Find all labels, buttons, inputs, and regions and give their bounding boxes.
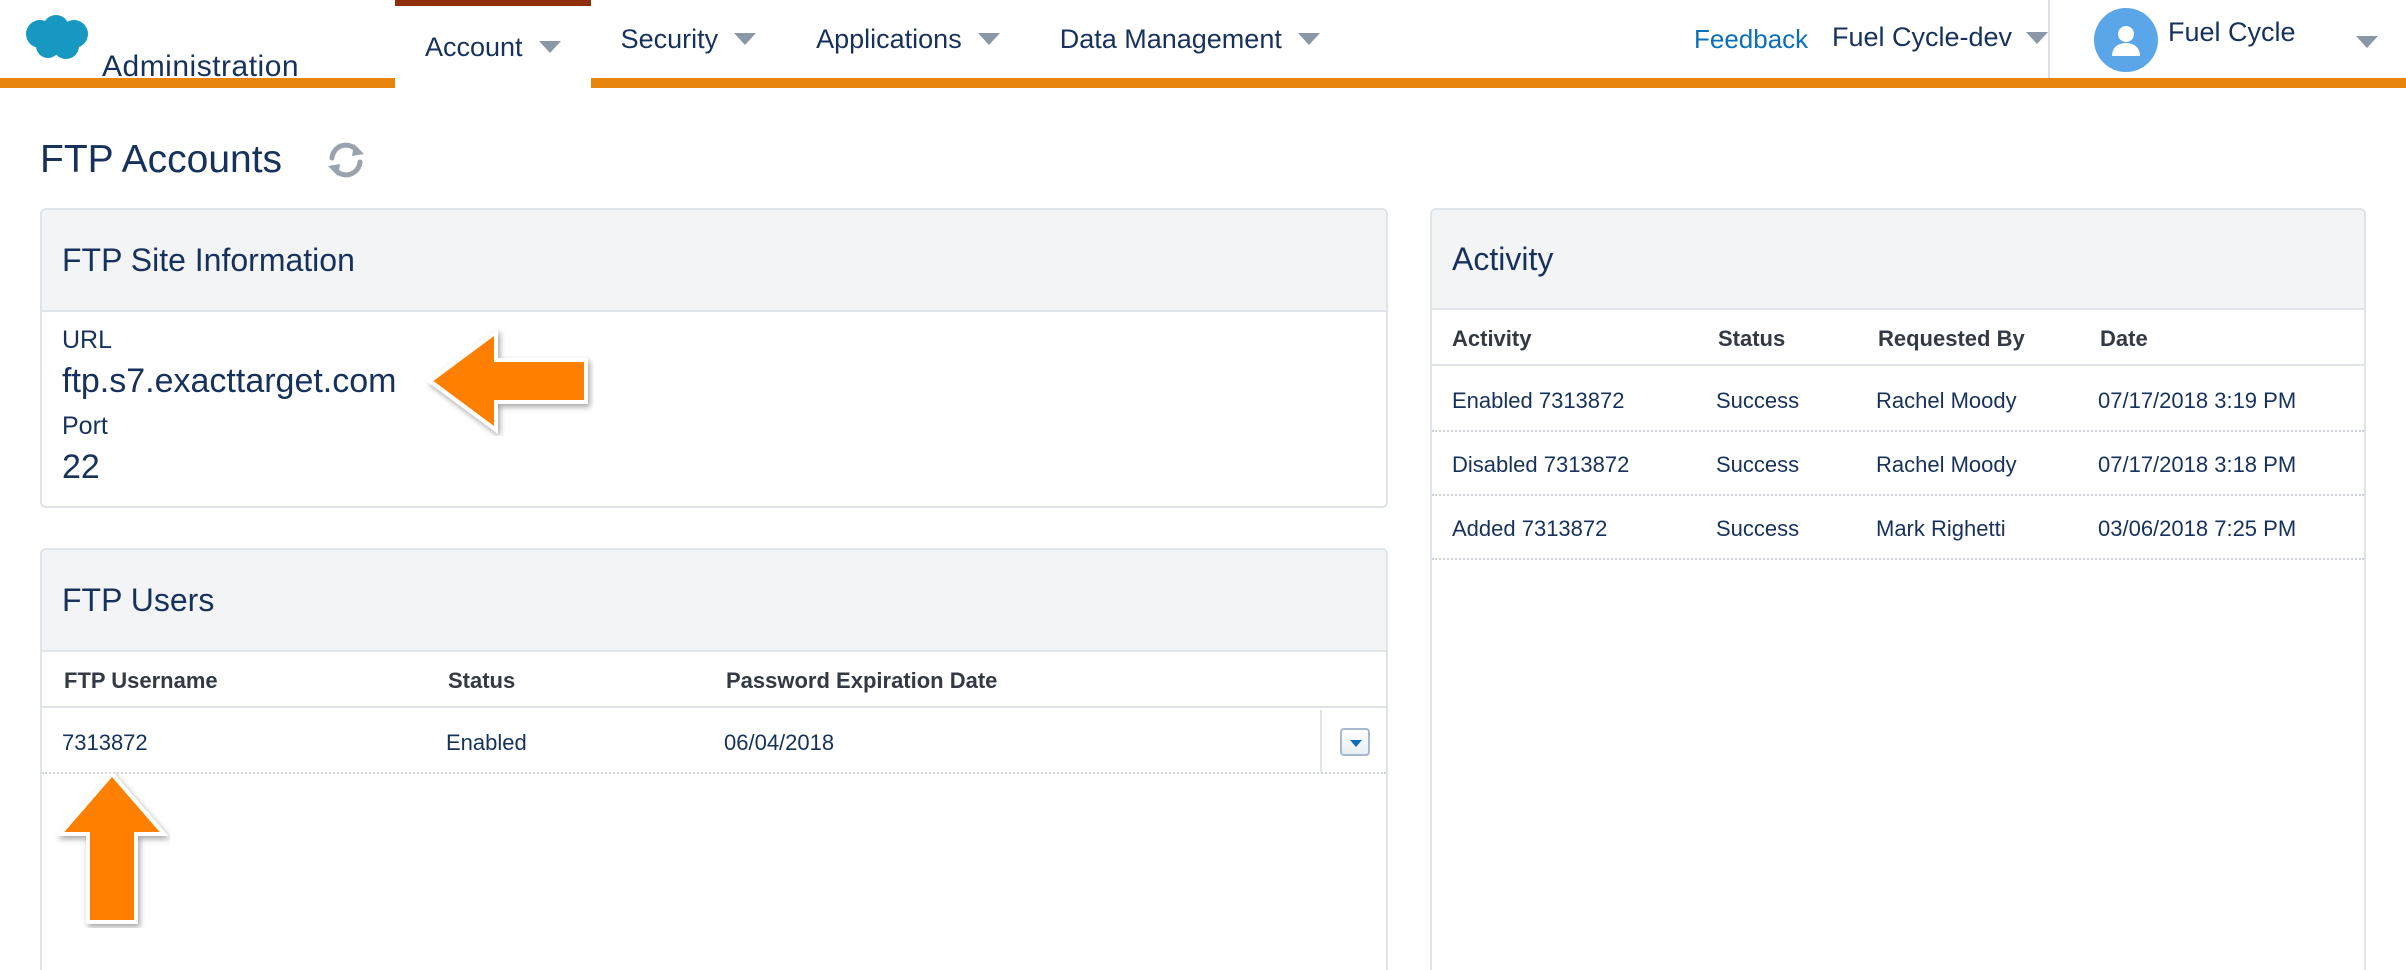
expiration-cell: 06/04/2018: [724, 730, 835, 755]
caret-down-icon: [538, 41, 561, 53]
column-header[interactable]: Requested By: [1878, 326, 2025, 352]
column-header[interactable]: Status: [448, 668, 515, 694]
ftp-users-panel: FTP Users FTP Username Status Password E…: [40, 548, 1388, 970]
column-header[interactable]: Date: [2100, 326, 2148, 352]
panel-title: Activity: [1432, 210, 2364, 310]
nav-label: Applications: [816, 23, 962, 54]
row-action-cell: [1320, 710, 1386, 772]
header-divider: [2048, 0, 2050, 78]
refresh-icon[interactable]: [324, 138, 368, 182]
column-header[interactable]: Status: [1718, 326, 1785, 352]
caret-down-icon: [2026, 31, 2049, 44]
nav-label: Account: [425, 31, 523, 62]
date-cell: 03/06/2018 7:25 PM: [2098, 516, 2297, 541]
page-title: FTP Accounts: [40, 138, 283, 181]
url-value: ftp.s7.exacttarget.com: [62, 362, 397, 400]
activity-cell: Added 7313872: [1452, 516, 1608, 541]
table-header: Activity Status Requested By Date: [1432, 310, 2364, 366]
column-header[interactable]: Password Expiration Date: [726, 668, 997, 694]
caret-down-icon: [2356, 36, 2378, 48]
table-row[interactable]: Disabled 7313872 Success Rachel Moody 07…: [1432, 432, 2364, 496]
nav-security[interactable]: Security: [591, 0, 787, 78]
row-menu-button[interactable]: [1340, 728, 1370, 756]
tenant-name: Fuel Cycle-dev: [1832, 22, 2013, 52]
activity-cell: Enabled 7313872: [1452, 388, 1625, 413]
panel-title: FTP Users: [42, 550, 1386, 652]
app-name: Administration: [102, 50, 300, 83]
date-cell: 07/17/2018 3:18 PM: [2098, 452, 2297, 477]
caret-down-icon: [977, 33, 1000, 45]
requested-by-cell: Rachel Moody: [1876, 452, 2017, 477]
table-header: FTP Username Status Password Expiration …: [42, 652, 1386, 708]
username-cell: 7313872: [62, 730, 148, 755]
feedback-link[interactable]: Feedback: [1694, 24, 1808, 55]
table-row[interactable]: Added 7313872 Success Mark Righetti 03/0…: [1432, 496, 2364, 560]
activity-cell: Disabled 7313872: [1452, 452, 1630, 477]
main-nav: Account Security Applications Data Manag…: [395, 0, 1350, 88]
salesforce-cloud-logo[interactable]: [22, 14, 92, 62]
annotation-arrow-left-icon: [426, 328, 588, 434]
tenant-switcher[interactable]: Fuel Cycle-dev: [1832, 22, 2049, 53]
column-header[interactable]: FTP Username: [64, 668, 218, 694]
url-label: URL: [62, 326, 113, 354]
status-cell: Success: [1716, 452, 1800, 477]
port-label: Port: [62, 412, 108, 440]
nav-data-management[interactable]: Data Management: [1030, 0, 1350, 78]
nav-label: Security: [620, 23, 719, 54]
user-menu[interactable]: Fuel Cycle: [2094, 8, 2378, 72]
port-value: 22: [62, 448, 100, 486]
ftp-site-information-panel: FTP Site Information URL ftp.s7.exacttar…: [40, 208, 1388, 508]
top-bar: Administration Account Security Applicat…: [0, 0, 2406, 88]
table-row[interactable]: Enabled 7313872 Success Rachel Moody 07/…: [1432, 368, 2364, 432]
status-cell: Success: [1716, 388, 1800, 413]
chevron-down-icon: [1350, 740, 1362, 747]
user-avatar-icon: [2094, 8, 2158, 72]
user-name: Fuel Cycle: [2168, 16, 2296, 47]
caret-down-icon: [1297, 33, 1320, 45]
panel-title: FTP Site Information: [42, 210, 1386, 312]
table-row[interactable]: 7313872 Enabled 06/04/2018: [42, 710, 1386, 774]
activity-panel: Activity Activity Status Requested By Da…: [1430, 208, 2366, 970]
nav-account[interactable]: Account: [395, 0, 591, 88]
caret-down-icon: [734, 33, 757, 45]
nav-label: Data Management: [1059, 23, 1282, 54]
requested-by-cell: Mark Righetti: [1876, 516, 2006, 541]
status-cell: Enabled: [446, 730, 527, 755]
date-cell: 07/17/2018 3:19 PM: [2098, 388, 2297, 413]
column-header[interactable]: Activity: [1452, 326, 1531, 352]
nav-applications[interactable]: Applications: [786, 0, 1030, 78]
annotation-arrow-up-icon: [55, 770, 169, 924]
status-cell: Success: [1716, 516, 1800, 541]
requested-by-cell: Rachel Moody: [1876, 388, 2017, 413]
